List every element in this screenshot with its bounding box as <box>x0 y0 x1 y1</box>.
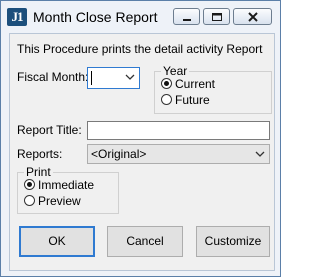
fiscal-month-combo[interactable] <box>87 67 140 89</box>
title-bar[interactable]: J1 Month Close Report <box>1 1 280 33</box>
customize-button[interactable]: Customize <box>196 226 270 257</box>
report-title-label: Report Title: <box>17 123 82 137</box>
description-text: This Procedure prints the detail activit… <box>17 42 263 56</box>
cancel-button[interactable]: Cancel <box>107 226 183 257</box>
dialog-window: J1 Month Close Report This Procedure pri… <box>0 0 281 277</box>
dialog-body: This Procedure prints the detail activit… <box>9 33 275 271</box>
maximize-button[interactable] <box>203 8 230 25</box>
year-future-label: Future <box>175 93 210 107</box>
report-title-input[interactable] <box>87 121 270 140</box>
reports-label: Reports: <box>17 147 63 161</box>
radio-unselected-icon <box>24 195 35 206</box>
text-caret <box>91 71 92 85</box>
reports-combo[interactable]: <Original> <box>87 144 270 164</box>
reports-value: <Original> <box>91 147 147 161</box>
print-preview-label: Preview <box>38 194 81 208</box>
chevron-down-icon <box>255 151 265 157</box>
close-button[interactable] <box>233 8 272 25</box>
maximize-icon <box>212 13 222 21</box>
ok-button[interactable]: OK <box>19 226 95 257</box>
minimize-button[interactable] <box>173 8 200 25</box>
fiscal-month-label: Fiscal Month: <box>17 70 89 84</box>
print-group-title: Print <box>24 165 53 179</box>
chevron-down-icon <box>125 74 135 80</box>
window-title: Month Close Report <box>33 9 158 25</box>
year-group: Year Current Future <box>154 64 272 114</box>
print-immediate-label: Immediate <box>38 178 95 192</box>
radio-selected-icon <box>24 179 35 190</box>
radio-selected-icon <box>161 78 172 89</box>
radio-unselected-icon <box>161 94 172 105</box>
close-icon <box>248 12 258 22</box>
app-icon: J1 <box>7 8 27 26</box>
print-group: Print Immediate Preview <box>17 165 119 214</box>
minimize-icon <box>183 19 191 21</box>
year-group-title: Year <box>161 64 190 78</box>
year-current-label: Current <box>175 77 216 91</box>
